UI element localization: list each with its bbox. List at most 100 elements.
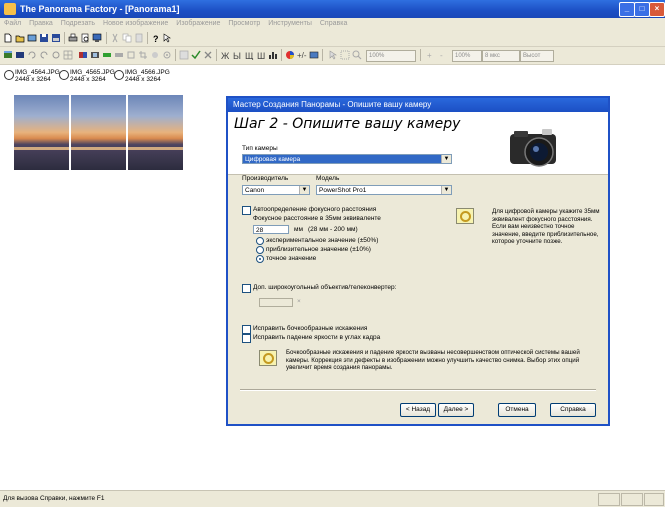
panorama-image-icon[interactable] bbox=[15, 50, 25, 60]
save-icon[interactable] bbox=[39, 33, 49, 43]
thumbnail-image[interactable] bbox=[14, 95, 69, 170]
print-icon[interactable] bbox=[68, 33, 78, 43]
menu-crop[interactable]: Подрезать bbox=[61, 20, 95, 27]
height-field[interactable]: Высот bbox=[520, 50, 554, 62]
print-preview-icon[interactable] bbox=[80, 33, 90, 43]
copy-icon[interactable] bbox=[122, 33, 132, 43]
standard-toolbar: ? bbox=[0, 30, 665, 47]
chevron-down-icon: ▼ bbox=[441, 186, 451, 194]
text-frame-icon[interactable]: Ш bbox=[256, 50, 266, 60]
plus-minus-icon[interactable]: +/- bbox=[297, 50, 307, 60]
cancel-button[interactable]: Отмена bbox=[498, 403, 536, 417]
zoom-icon[interactable] bbox=[352, 50, 362, 60]
exposure-field[interactable]: 8 мкс bbox=[482, 50, 520, 62]
thumbnail-image[interactable] bbox=[128, 95, 183, 170]
rotate-icon[interactable] bbox=[51, 50, 61, 60]
minimize-button[interactable]: _ bbox=[619, 2, 635, 17]
new-file-icon[interactable] bbox=[3, 33, 13, 43]
open-image-icon[interactable] bbox=[27, 33, 37, 43]
converter-input[interactable] bbox=[259, 298, 293, 307]
open-folder-icon[interactable] bbox=[15, 33, 25, 43]
save-all-icon[interactable] bbox=[51, 33, 61, 43]
radio-experimental[interactable] bbox=[256, 237, 264, 245]
hint-icon[interactable] bbox=[456, 208, 474, 224]
blend-icon[interactable] bbox=[114, 50, 124, 60]
radio-exact-label: точное значение bbox=[266, 255, 317, 262]
text-tool-icon[interactable]: Ж bbox=[220, 50, 230, 60]
zoom-combo[interactable]: 100% bbox=[366, 50, 416, 62]
histogram-icon[interactable] bbox=[268, 50, 278, 60]
vignette-checkbox[interactable] bbox=[242, 334, 251, 343]
trim-icon[interactable] bbox=[126, 50, 136, 60]
chevron-down-icon: ▼ bbox=[299, 186, 309, 194]
menu-file[interactable]: Файл bbox=[4, 20, 21, 27]
menu-new-image[interactable]: Новое изображение bbox=[103, 20, 168, 27]
adjust-icon[interactable] bbox=[150, 50, 160, 60]
cancel-x-icon[interactable] bbox=[203, 50, 213, 60]
paste-icon[interactable] bbox=[134, 33, 144, 43]
zoom-out-icon[interactable]: - bbox=[437, 50, 447, 60]
menu-view[interactable]: Просмотр bbox=[228, 20, 260, 27]
stitch-icon[interactable] bbox=[78, 50, 88, 60]
next-button[interactable]: Далее > bbox=[438, 403, 474, 417]
focal-length-input[interactable]: 28 bbox=[253, 225, 289, 234]
toolbar-divider bbox=[281, 49, 282, 61]
maximize-button[interactable]: □ bbox=[634, 2, 650, 17]
pointer-icon[interactable] bbox=[328, 50, 338, 60]
zoom-in-icon[interactable]: + bbox=[425, 50, 435, 60]
converter-checkbox[interactable] bbox=[242, 284, 251, 293]
camera-type-label: Тип камеры bbox=[242, 145, 278, 152]
focal-hint-text: Для цифровой камеры укажите 35мм эквивал… bbox=[492, 208, 600, 245]
hint-icon[interactable] bbox=[259, 350, 277, 366]
cut-icon[interactable] bbox=[110, 33, 120, 43]
fine-tune-icon[interactable] bbox=[102, 50, 112, 60]
redo-icon[interactable] bbox=[39, 50, 49, 60]
text-bold-icon[interactable]: Щ bbox=[244, 50, 254, 60]
display-icon[interactable] bbox=[309, 50, 319, 60]
image-file-icon bbox=[59, 70, 69, 80]
color-wheel-icon[interactable] bbox=[285, 50, 295, 60]
thumb-dimensions: 2448 x 3264 bbox=[70, 76, 106, 83]
grid-view-icon[interactable] bbox=[179, 50, 189, 60]
camera-type-select[interactable]: Цифровая камера ▼ bbox=[242, 154, 452, 164]
image-file-icon bbox=[4, 70, 14, 80]
crop-icon[interactable] bbox=[138, 50, 148, 60]
menu-edit[interactable]: Правка bbox=[29, 20, 53, 27]
menu-help[interactable]: Справка bbox=[320, 20, 347, 27]
menu-tools[interactable]: Инструменты bbox=[268, 20, 312, 27]
zoom-value-field[interactable]: 100% bbox=[452, 50, 482, 62]
model-select[interactable]: PowerShot Pro1 ▼ bbox=[316, 185, 452, 195]
toolbar-divider bbox=[64, 32, 65, 44]
panorama-toolbar: Ж Ы Щ Ш +/- 100% + - 100% 8 мкс Высот bbox=[0, 47, 665, 65]
status-panel bbox=[644, 493, 664, 506]
barrel-label: Исправить бочкообразные искажения bbox=[253, 325, 368, 332]
maker-select[interactable]: Canon ▼ bbox=[242, 185, 310, 195]
converter-multiplier: × bbox=[297, 298, 301, 305]
help-button[interactable]: Справка bbox=[550, 403, 596, 417]
radio-exact[interactable] bbox=[256, 255, 264, 263]
align-icon[interactable] bbox=[90, 50, 100, 60]
autodetect-checkbox[interactable] bbox=[242, 206, 251, 215]
help-icon[interactable]: ? bbox=[151, 33, 161, 43]
undo-icon[interactable] bbox=[27, 50, 37, 60]
thumb-dimensions: 2448 x 3264 bbox=[125, 76, 161, 83]
dialog-title: Мастер Создания Панорамы - Опишите вашу … bbox=[233, 100, 432, 109]
close-button[interactable]: × bbox=[649, 2, 665, 17]
model-label: Модель bbox=[316, 175, 340, 182]
menu-image[interactable]: Изображение bbox=[176, 20, 220, 27]
thumb-caption: IMG_4566.JPG 2448 x 3264 bbox=[114, 69, 170, 83]
radio-approximate[interactable] bbox=[256, 246, 264, 254]
grid-icon[interactable] bbox=[63, 50, 73, 60]
barrel-checkbox[interactable] bbox=[242, 325, 251, 334]
select-region-icon[interactable] bbox=[340, 50, 350, 60]
monitor-icon[interactable] bbox=[92, 33, 102, 43]
status-text: Для вызова Справки, нажмите F1 bbox=[3, 495, 105, 502]
context-help-icon[interactable] bbox=[163, 33, 173, 43]
autodetect-label: Автоопределение фокусного расстояния bbox=[253, 206, 377, 213]
target-icon[interactable] bbox=[162, 50, 172, 60]
back-button[interactable]: < Назад bbox=[400, 403, 436, 417]
text-italic-icon[interactable]: Ы bbox=[232, 50, 242, 60]
thumbnail-image[interactable] bbox=[71, 95, 126, 170]
check-icon[interactable] bbox=[191, 50, 201, 60]
panorama-wizard-icon[interactable] bbox=[3, 50, 13, 60]
